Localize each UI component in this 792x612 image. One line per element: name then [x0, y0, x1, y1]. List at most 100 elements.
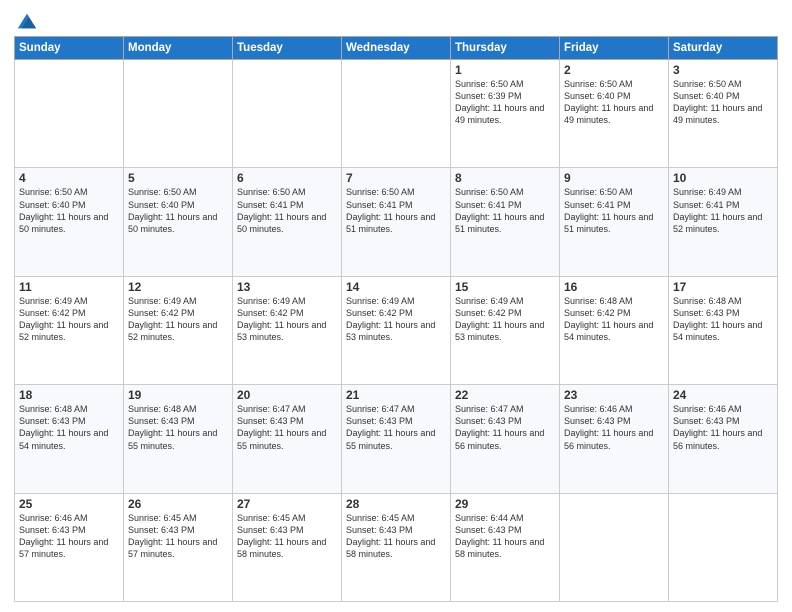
day-number: 18: [19, 388, 119, 402]
day-info: Sunrise: 6:47 AM Sunset: 6:43 PM Dayligh…: [237, 403, 337, 452]
calendar-cell: [342, 60, 451, 168]
week-row-1: 4Sunrise: 6:50 AM Sunset: 6:40 PM Daylig…: [15, 168, 778, 276]
day-info: Sunrise: 6:50 AM Sunset: 6:40 PM Dayligh…: [564, 78, 664, 127]
col-header-wednesday: Wednesday: [342, 37, 451, 60]
day-number: 4: [19, 171, 119, 185]
calendar-cell: 13Sunrise: 6:49 AM Sunset: 6:42 PM Dayli…: [233, 276, 342, 384]
logo: [14, 10, 38, 30]
calendar-cell: 9Sunrise: 6:50 AM Sunset: 6:41 PM Daylig…: [560, 168, 669, 276]
calendar-cell: 5Sunrise: 6:50 AM Sunset: 6:40 PM Daylig…: [124, 168, 233, 276]
day-info: Sunrise: 6:49 AM Sunset: 6:42 PM Dayligh…: [346, 295, 446, 344]
day-number: 8: [455, 171, 555, 185]
week-row-0: 1Sunrise: 6:50 AM Sunset: 6:39 PM Daylig…: [15, 60, 778, 168]
day-number: 17: [673, 280, 773, 294]
calendar-cell: 8Sunrise: 6:50 AM Sunset: 6:41 PM Daylig…: [451, 168, 560, 276]
calendar-cell: [560, 493, 669, 601]
calendar-cell: [669, 493, 778, 601]
calendar-cell: 22Sunrise: 6:47 AM Sunset: 6:43 PM Dayli…: [451, 385, 560, 493]
day-info: Sunrise: 6:47 AM Sunset: 6:43 PM Dayligh…: [346, 403, 446, 452]
calendar-cell: 20Sunrise: 6:47 AM Sunset: 6:43 PM Dayli…: [233, 385, 342, 493]
calendar-cell: [124, 60, 233, 168]
col-header-saturday: Saturday: [669, 37, 778, 60]
calendar-cell: 4Sunrise: 6:50 AM Sunset: 6:40 PM Daylig…: [15, 168, 124, 276]
week-row-3: 18Sunrise: 6:48 AM Sunset: 6:43 PM Dayli…: [15, 385, 778, 493]
day-number: 13: [237, 280, 337, 294]
calendar-cell: 15Sunrise: 6:49 AM Sunset: 6:42 PM Dayli…: [451, 276, 560, 384]
day-info: Sunrise: 6:45 AM Sunset: 6:43 PM Dayligh…: [346, 512, 446, 561]
calendar-cell: 16Sunrise: 6:48 AM Sunset: 6:42 PM Dayli…: [560, 276, 669, 384]
day-number: 28: [346, 497, 446, 511]
day-info: Sunrise: 6:49 AM Sunset: 6:41 PM Dayligh…: [673, 186, 773, 235]
day-info: Sunrise: 6:49 AM Sunset: 6:42 PM Dayligh…: [455, 295, 555, 344]
calendar-cell: 14Sunrise: 6:49 AM Sunset: 6:42 PM Dayli…: [342, 276, 451, 384]
page: SundayMondayTuesdayWednesdayThursdayFrid…: [0, 0, 792, 612]
week-row-4: 25Sunrise: 6:46 AM Sunset: 6:43 PM Dayli…: [15, 493, 778, 601]
calendar-cell: 18Sunrise: 6:48 AM Sunset: 6:43 PM Dayli…: [15, 385, 124, 493]
calendar-header-row: SundayMondayTuesdayWednesdayThursdayFrid…: [15, 37, 778, 60]
day-info: Sunrise: 6:48 AM Sunset: 6:43 PM Dayligh…: [128, 403, 228, 452]
day-number: 10: [673, 171, 773, 185]
day-number: 5: [128, 171, 228, 185]
day-info: Sunrise: 6:50 AM Sunset: 6:41 PM Dayligh…: [346, 186, 446, 235]
day-info: Sunrise: 6:50 AM Sunset: 6:40 PM Dayligh…: [19, 186, 119, 235]
logo-icon: [16, 10, 38, 32]
day-info: Sunrise: 6:46 AM Sunset: 6:43 PM Dayligh…: [19, 512, 119, 561]
day-info: Sunrise: 6:48 AM Sunset: 6:42 PM Dayligh…: [564, 295, 664, 344]
header: [14, 10, 778, 30]
day-number: 23: [564, 388, 664, 402]
day-number: 1: [455, 63, 555, 77]
calendar-cell: [15, 60, 124, 168]
day-number: 14: [346, 280, 446, 294]
week-row-2: 11Sunrise: 6:49 AM Sunset: 6:42 PM Dayli…: [15, 276, 778, 384]
calendar-cell: 10Sunrise: 6:49 AM Sunset: 6:41 PM Dayli…: [669, 168, 778, 276]
day-info: Sunrise: 6:47 AM Sunset: 6:43 PM Dayligh…: [455, 403, 555, 452]
calendar-cell: 6Sunrise: 6:50 AM Sunset: 6:41 PM Daylig…: [233, 168, 342, 276]
day-number: 12: [128, 280, 228, 294]
day-number: 11: [19, 280, 119, 294]
day-info: Sunrise: 6:45 AM Sunset: 6:43 PM Dayligh…: [237, 512, 337, 561]
day-info: Sunrise: 6:50 AM Sunset: 6:41 PM Dayligh…: [237, 186, 337, 235]
day-number: 27: [237, 497, 337, 511]
day-info: Sunrise: 6:50 AM Sunset: 6:40 PM Dayligh…: [128, 186, 228, 235]
day-number: 26: [128, 497, 228, 511]
col-header-sunday: Sunday: [15, 37, 124, 60]
calendar-cell: 2Sunrise: 6:50 AM Sunset: 6:40 PM Daylig…: [560, 60, 669, 168]
day-info: Sunrise: 6:46 AM Sunset: 6:43 PM Dayligh…: [564, 403, 664, 452]
day-number: 2: [564, 63, 664, 77]
day-info: Sunrise: 6:49 AM Sunset: 6:42 PM Dayligh…: [19, 295, 119, 344]
calendar-table: SundayMondayTuesdayWednesdayThursdayFrid…: [14, 36, 778, 602]
day-number: 3: [673, 63, 773, 77]
day-info: Sunrise: 6:50 AM Sunset: 6:40 PM Dayligh…: [673, 78, 773, 127]
day-info: Sunrise: 6:48 AM Sunset: 6:43 PM Dayligh…: [19, 403, 119, 452]
calendar-cell: 3Sunrise: 6:50 AM Sunset: 6:40 PM Daylig…: [669, 60, 778, 168]
day-number: 25: [19, 497, 119, 511]
calendar-cell: 25Sunrise: 6:46 AM Sunset: 6:43 PM Dayli…: [15, 493, 124, 601]
calendar-cell: 12Sunrise: 6:49 AM Sunset: 6:42 PM Dayli…: [124, 276, 233, 384]
calendar-cell: 24Sunrise: 6:46 AM Sunset: 6:43 PM Dayli…: [669, 385, 778, 493]
calendar-cell: 26Sunrise: 6:45 AM Sunset: 6:43 PM Dayli…: [124, 493, 233, 601]
day-info: Sunrise: 6:49 AM Sunset: 6:42 PM Dayligh…: [237, 295, 337, 344]
col-header-thursday: Thursday: [451, 37, 560, 60]
day-info: Sunrise: 6:46 AM Sunset: 6:43 PM Dayligh…: [673, 403, 773, 452]
col-header-tuesday: Tuesday: [233, 37, 342, 60]
day-number: 6: [237, 171, 337, 185]
calendar-cell: [233, 60, 342, 168]
day-info: Sunrise: 6:48 AM Sunset: 6:43 PM Dayligh…: [673, 295, 773, 344]
day-number: 15: [455, 280, 555, 294]
calendar-cell: 11Sunrise: 6:49 AM Sunset: 6:42 PM Dayli…: [15, 276, 124, 384]
calendar-cell: 19Sunrise: 6:48 AM Sunset: 6:43 PM Dayli…: [124, 385, 233, 493]
day-number: 7: [346, 171, 446, 185]
day-info: Sunrise: 6:50 AM Sunset: 6:39 PM Dayligh…: [455, 78, 555, 127]
day-info: Sunrise: 6:50 AM Sunset: 6:41 PM Dayligh…: [564, 186, 664, 235]
day-number: 21: [346, 388, 446, 402]
calendar-cell: 1Sunrise: 6:50 AM Sunset: 6:39 PM Daylig…: [451, 60, 560, 168]
col-header-friday: Friday: [560, 37, 669, 60]
day-number: 20: [237, 388, 337, 402]
day-info: Sunrise: 6:44 AM Sunset: 6:43 PM Dayligh…: [455, 512, 555, 561]
day-number: 22: [455, 388, 555, 402]
day-number: 29: [455, 497, 555, 511]
calendar-cell: 28Sunrise: 6:45 AM Sunset: 6:43 PM Dayli…: [342, 493, 451, 601]
day-info: Sunrise: 6:50 AM Sunset: 6:41 PM Dayligh…: [455, 186, 555, 235]
calendar-cell: 17Sunrise: 6:48 AM Sunset: 6:43 PM Dayli…: [669, 276, 778, 384]
day-number: 24: [673, 388, 773, 402]
